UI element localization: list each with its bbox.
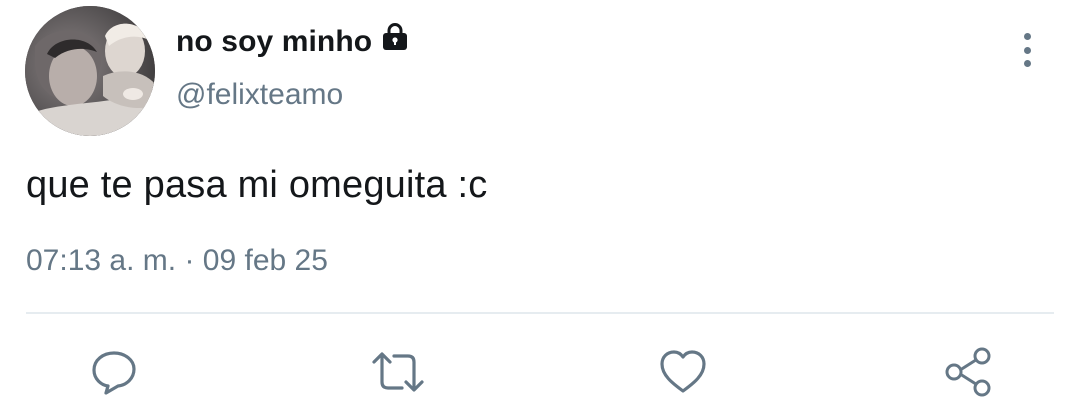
tweet-date: 09 feb 25 (202, 244, 328, 277)
divider (26, 312, 1054, 314)
retweet-button[interactable] (370, 344, 426, 400)
tweet-text: que te pasa mi omeguita :c (26, 164, 488, 206)
heart-icon (660, 350, 706, 393)
meta-separator: · (184, 244, 195, 277)
dot (1023, 33, 1031, 40)
dot (1023, 46, 1031, 54)
lock-icon (380, 22, 410, 57)
tweet-time: 07:13 a. m. (26, 244, 177, 277)
tweet-timestamp: 07:13 a. m. · 09 feb 25 (26, 244, 328, 278)
profile-photo (25, 6, 155, 136)
more-vertical-icon[interactable] (1012, 30, 1042, 70)
user-name-row: no soy minho (176, 22, 410, 62)
like-button[interactable] (655, 344, 711, 400)
reply-button[interactable] (86, 344, 142, 400)
avatar[interactable] (25, 6, 155, 136)
user-handle[interactable]: @felixteamo (176, 78, 343, 112)
share-icon (945, 347, 991, 397)
dot (1023, 60, 1031, 67)
share-button[interactable] (940, 344, 996, 400)
retweet-icon (372, 352, 424, 392)
display-name[interactable]: no soy minho (176, 25, 372, 59)
reply-icon (92, 351, 136, 395)
